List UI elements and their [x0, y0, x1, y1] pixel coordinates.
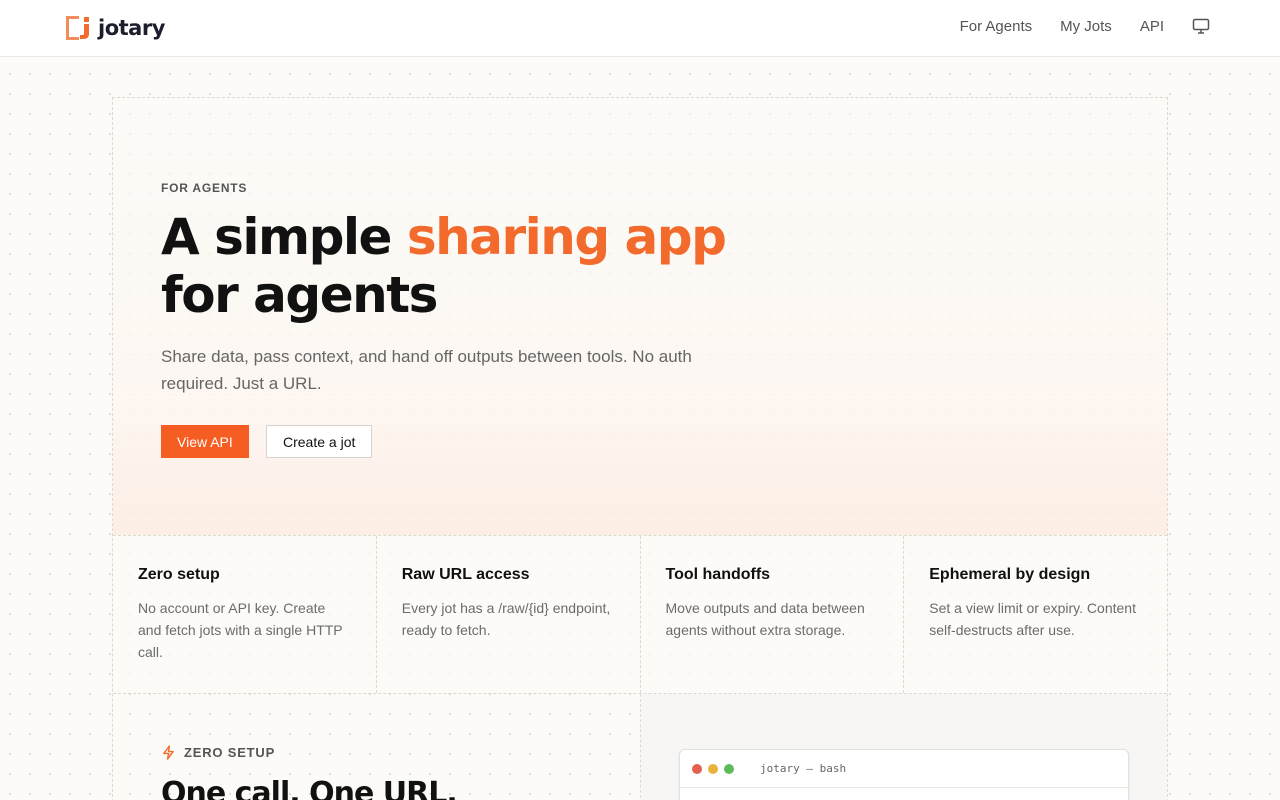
brand-name: jotary	[98, 16, 165, 40]
feature-desc: Every jot has a /raw/{id} endpoint, read…	[401, 600, 611, 638]
view-api-button[interactable]: View API	[161, 425, 249, 458]
zero-setup-eyebrow: ZERO SETUP	[161, 745, 275, 760]
hero-title-accent: sharing app	[406, 208, 727, 266]
zero-setup-section: ZERO SETUP One call. One URL.	[113, 694, 641, 800]
nav-my-jots[interactable]: My Jots	[1060, 18, 1112, 35]
terminal-preview-section: jotary — bash	[641, 694, 1167, 800]
feature-title: Zero setup	[138, 566, 220, 583]
create-jot-button[interactable]: Create a jot	[266, 425, 373, 458]
nav-api[interactable]: API	[1140, 18, 1164, 35]
hero-title-part2: for agents	[161, 266, 438, 324]
site-header: jotary For Agents My Jots API	[0, 0, 1280, 57]
nav-for-agents[interactable]: For Agents	[960, 18, 1033, 35]
main-frame: FOR AGENTS A simple sharing app for agen…	[112, 97, 1168, 800]
hero-title-part1: A simple	[161, 208, 407, 266]
terminal-minimize-dot	[708, 763, 718, 774]
brand-logo[interactable]: jotary	[66, 15, 165, 41]
feature-title: Tool handoffs	[665, 566, 771, 583]
zero-setup-title: One call. One URL.	[161, 776, 458, 800]
feature-ephemeral: Ephemeral by design Set a view limit or …	[904, 536, 1167, 693]
feature-tool-handoffs: Tool handoffs Move outputs and data betw…	[641, 536, 905, 693]
terminal-window: jotary — bash	[679, 749, 1129, 800]
terminal-title: jotary — bash	[760, 762, 847, 775]
feature-title: Ephemeral by design	[929, 566, 1091, 583]
feature-desc: Set a view limit or expiry. Content self…	[929, 600, 1136, 638]
features-grid: Zero setup No account or API key. Create…	[113, 536, 1167, 694]
bolt-icon	[163, 745, 174, 760]
jotary-logo-icon	[66, 16, 90, 40]
hero-section: FOR AGENTS A simple sharing app for agen…	[113, 98, 1167, 536]
zero-setup-label: ZERO SETUP	[184, 745, 276, 760]
feature-zero-setup: Zero setup No account or API key. Create…	[113, 536, 377, 693]
terminal-titlebar: jotary — bash	[680, 750, 1128, 788]
feature-desc: No account or API key. Create and fetch …	[138, 600, 343, 660]
feature-desc: Move outputs and data between agents wit…	[665, 600, 865, 638]
terminal-maximize-dot	[724, 763, 734, 774]
hero-eyebrow: FOR AGENTS	[161, 181, 248, 195]
feature-title: Raw URL access	[401, 566, 530, 583]
main-nav: For Agents My Jots API	[932, 17, 1210, 35]
monitor-icon[interactable]	[1192, 17, 1210, 35]
hero-title: A simple sharing app for agents	[161, 208, 861, 324]
hero-subtitle: Share data, pass context, and hand off o…	[161, 347, 692, 393]
terminal-close-dot	[692, 763, 702, 774]
feature-raw-url: Raw URL access Every jot has a /raw/{id}…	[377, 536, 641, 693]
